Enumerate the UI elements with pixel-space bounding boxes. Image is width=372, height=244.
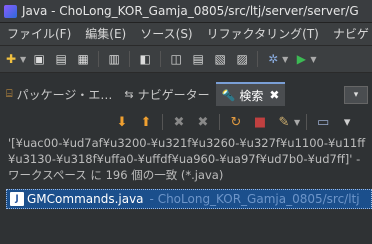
toolbar-separator: [129, 51, 131, 67]
search-result-item[interactable]: J GMCommands.java - ChoLong_KOR_Gamja_08…: [6, 189, 372, 209]
toolbar-separator: [306, 114, 308, 130]
task-list-icon[interactable]: ▤: [189, 50, 207, 68]
window-title: Java - ChoLong_KOR_Gamja_0805/src/ltj/se…: [22, 4, 359, 18]
toolbar-separator: [160, 51, 162, 67]
console-icon[interactable]: ▨: [233, 50, 251, 68]
print-icon[interactable]: ▦: [74, 50, 92, 68]
toolbar-separator: [162, 114, 163, 130]
cancel-search-icon[interactable]: ■: [250, 112, 270, 132]
view-menu-button[interactable]: ▾: [344, 86, 368, 104]
team-icon[interactable]: ◧: [136, 50, 154, 68]
close-icon[interactable]: ✖: [269, 88, 279, 102]
tab-label: パッケージ・エ…: [16, 87, 113, 102]
outline-icon[interactable]: ▧: [211, 50, 229, 68]
result-file-path: - ChoLong_KOR_Gamja_0805/src/ltj: [149, 192, 360, 206]
remove-all-icon[interactable]: ✖: [193, 112, 213, 132]
debug-icon[interactable]: ✲: [264, 50, 282, 68]
rerun-search-icon[interactable]: ↻: [226, 112, 246, 132]
chevron-down-icon[interactable]: ▼: [282, 55, 288, 64]
new-icon[interactable]: ✚: [2, 50, 20, 68]
eclipse-app-icon: [4, 4, 17, 18]
folder-icon: ⇆: [124, 87, 134, 101]
tab-package-explorer[interactable]: ⌸ パッケージ・エ…: [0, 82, 118, 106]
toolbar-separator: [219, 114, 220, 130]
remove-selected-icon[interactable]: ✖: [169, 112, 189, 132]
result-file-name: GMCommands.java: [27, 192, 144, 206]
search-results-tree: J GMCommands.java - ChoLong_KOR_Gamja_08…: [0, 189, 372, 211]
menu-refactor[interactable]: リファクタリング(T): [200, 23, 326, 45]
run-icon[interactable]: ▶: [292, 50, 310, 68]
tab-label: ナビゲーター: [137, 87, 210, 102]
search-view-toolbar: ⬇ ⬆ ✖ ✖ ↻ ■ ✎ ▼ ▭ ▾: [110, 110, 372, 134]
save-icon[interactable]: ▣: [30, 50, 48, 68]
tab-label: 検索: [239, 88, 264, 103]
save-all-icon[interactable]: ▤: [52, 50, 70, 68]
toolbar-separator: [257, 51, 259, 67]
open-type-icon[interactable]: ◫: [167, 50, 185, 68]
chevron-down-icon[interactable]: ▼: [294, 118, 300, 127]
toolbar-separator: [98, 51, 100, 67]
chevron-down-icon[interactable]: ▼: [20, 55, 26, 64]
toggle-icon[interactable]: ▥: [105, 50, 123, 68]
tab-navigator[interactable]: ⇆ ナビゲーター: [118, 82, 215, 106]
main-toolbar: ✚ ▼ ▣ ▤ ▦ ▥ ◧ ◫ ▤ ▧ ▨ ✲ ▼ ▶ ▼: [0, 46, 372, 73]
menu-file[interactable]: ファイル(F): [0, 23, 78, 45]
menu-edit[interactable]: 編集(E): [78, 23, 133, 45]
view-tab-bar: ⌸ パッケージ・エ… ⇆ ナビゲーター 🔦 検索 ✖: [0, 82, 372, 106]
tab-search[interactable]: 🔦 検索 ✖: [215, 82, 286, 106]
flashlight-icon: 🔦: [221, 88, 236, 102]
menu-bar: ファイル(F) 編集(E) ソース(S) リファクタリング(T) ナビゲ: [0, 23, 372, 46]
menu-source[interactable]: ソース(S): [133, 23, 199, 45]
view-menu-icon[interactable]: ▾: [337, 112, 357, 132]
title-bar: Java - ChoLong_KOR_Gamja_0805/src/ltj/se…: [0, 0, 372, 23]
java-file-icon: J: [10, 192, 24, 206]
chevron-down-icon[interactable]: ▼: [310, 55, 316, 64]
next-match-icon[interactable]: ⬇: [112, 112, 132, 132]
search-status: '[¥uac00-¥ud7af¥u3200-¥u321f¥u3260-¥u327…: [8, 136, 366, 182]
package-icon: ⌸: [6, 87, 13, 100]
previous-match-icon[interactable]: ⬆: [136, 112, 156, 132]
menu-navigate[interactable]: ナビゲ: [326, 23, 372, 45]
search-history-icon[interactable]: ✎: [274, 112, 294, 132]
pin-view-icon[interactable]: ▭: [313, 112, 333, 132]
